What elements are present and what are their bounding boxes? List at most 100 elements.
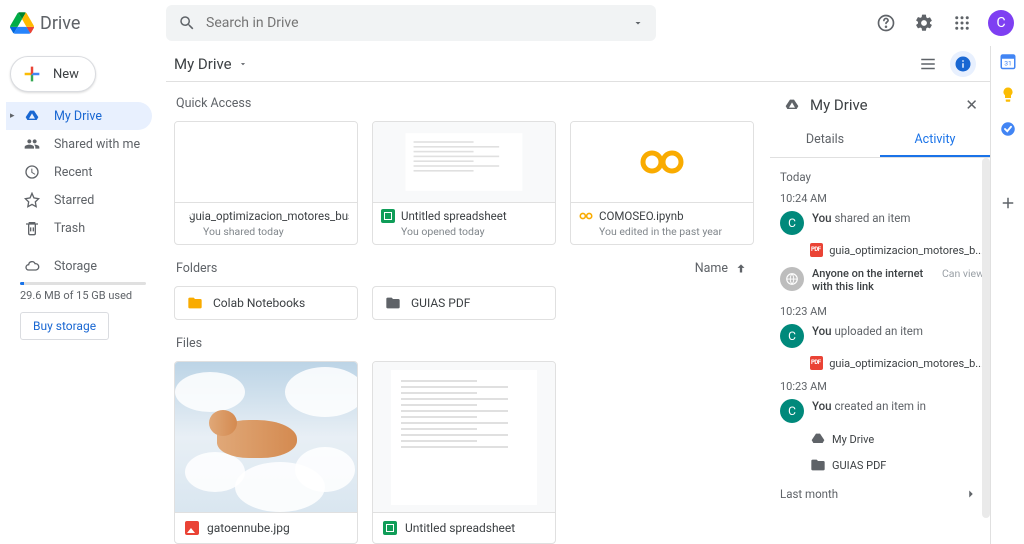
sidebar-item-label: Starred <box>54 193 94 208</box>
quick-access-row: guia_optimizacion_motores_busqu... You s… <box>174 121 770 245</box>
sidebar: New ▸ My Drive Shared with me Recent Sta… <box>0 46 166 544</box>
quick-card[interactable]: COMOSEO.ipynb You edited in the past yea… <box>570 121 754 245</box>
activity-time: 10:23 AM <box>780 305 984 318</box>
clock-icon <box>24 164 40 180</box>
svg-text:31: 31 <box>1004 60 1012 68</box>
storage-label: Storage <box>54 259 97 274</box>
buy-storage-button[interactable]: Buy storage <box>20 312 109 340</box>
activity-file[interactable]: guia_optimizacion_motores_b... <box>810 243 984 257</box>
addon-rail: 31 <box>990 46 1024 544</box>
sidebar-item-label: Trash <box>54 221 85 236</box>
new-button[interactable]: New <box>10 56 96 92</box>
search-icon <box>178 14 196 32</box>
chevron-right-icon[interactable]: ▸ <box>10 111 15 121</box>
sidebar-item-mydrive[interactable]: ▸ My Drive <box>6 102 152 130</box>
tasks-icon[interactable] <box>999 120 1017 138</box>
tab-activity[interactable]: Activity <box>880 124 990 157</box>
drive-icon <box>784 97 800 113</box>
folder-name: Colab Notebooks <box>213 296 305 310</box>
trash-icon <box>24 220 40 236</box>
breadcrumb-label: My Drive <box>174 55 232 73</box>
colab-logo-icon <box>640 148 684 176</box>
arrow-up-icon <box>734 262 748 276</box>
search-input[interactable] <box>206 15 622 31</box>
card-subtitle: You opened today <box>381 225 547 238</box>
activity-time: 10:23 AM <box>780 380 984 393</box>
file-thumb <box>373 362 555 512</box>
folder-item[interactable]: GUIAS PDF <box>372 286 556 320</box>
card-title: COMOSEO.ipynb <box>599 209 684 223</box>
panel-title: My Drive <box>810 96 868 114</box>
main: My Drive Quick Access guia_optimizacion_… <box>166 46 990 544</box>
pdf-icon <box>810 356 823 370</box>
sidebar-item-recent[interactable]: Recent <box>6 158 152 186</box>
sidebar-item-storage[interactable]: Storage <box>6 252 158 280</box>
sidebar-item-starred[interactable]: Starred <box>6 186 152 214</box>
activity-sub-text: Anyone on the internet with this link <box>812 267 923 293</box>
drive-logo-icon <box>10 11 34 35</box>
settings-icon[interactable] <box>912 11 936 35</box>
chevron-right-icon[interactable] <box>964 487 978 501</box>
breadcrumb[interactable]: My Drive <box>174 55 248 73</box>
add-addon-icon[interactable] <box>999 194 1017 212</box>
sidebar-item-label: My Drive <box>54 109 102 124</box>
info-icon[interactable] <box>950 51 976 77</box>
colab-icon <box>579 209 593 223</box>
folder-item[interactable]: Colab Notebooks <box>174 286 358 320</box>
sort-control[interactable]: Name <box>695 261 748 276</box>
scrollbar[interactable] <box>982 158 990 518</box>
quick-card[interactable]: Untitled spreadsheet You opened today <box>372 121 556 245</box>
cloud-icon <box>24 258 40 274</box>
content-area: Quick Access guia_optimizacion_motores_b… <box>166 82 770 544</box>
header-actions: C <box>874 10 1014 36</box>
folder-icon <box>810 457 826 473</box>
dropdown-icon[interactable] <box>632 17 644 29</box>
file-item[interactable]: Untitled spreadsheet <box>372 361 556 544</box>
apps-icon[interactable] <box>950 11 974 35</box>
activity-list[interactable]: Today 10:24 AM C You shared an item guia… <box>770 158 990 544</box>
activity-file[interactable]: My Drive <box>810 431 984 447</box>
sidebar-item-trash[interactable]: Trash <box>6 214 152 242</box>
plus-icon <box>21 63 43 85</box>
sidebar-item-label: Recent <box>54 165 93 180</box>
star-icon <box>24 192 40 208</box>
account-avatar[interactable]: C <box>988 10 1014 36</box>
activity-time: 10:24 AM <box>780 192 984 205</box>
file-name: gatoennube.jpg <box>207 521 290 535</box>
user-avatar: C <box>780 324 804 348</box>
pdf-icon <box>810 243 823 257</box>
help-icon[interactable] <box>874 11 898 35</box>
activity-day-label: Today <box>780 170 984 184</box>
new-button-label: New <box>53 67 79 82</box>
activity-file[interactable]: guia_optimizacion_motores_b... <box>810 356 984 370</box>
card-title: Untitled spreadsheet <box>401 209 507 223</box>
user-avatar: C <box>780 211 804 235</box>
card-title: guia_optimizacion_motores_busqu... <box>189 209 349 223</box>
logo-area[interactable]: Drive <box>10 11 166 35</box>
file-item[interactable]: gatoennube.jpg <box>174 361 358 544</box>
sheets-icon <box>381 209 395 223</box>
card-thumb <box>373 122 555 202</box>
close-icon[interactable]: ✕ <box>965 96 978 114</box>
card-subtitle: You edited in the past year <box>579 225 745 238</box>
card-thumb <box>571 122 753 202</box>
product-name: Drive <box>40 13 80 34</box>
file-name: Untitled spreadsheet <box>405 521 515 535</box>
drive-icon <box>810 431 826 447</box>
activity-file[interactable]: GUIAS PDF <box>810 457 984 473</box>
folder-icon <box>187 295 203 311</box>
chevron-down-icon <box>238 59 248 69</box>
calendar-icon[interactable]: 31 <box>999 52 1017 70</box>
folder-icon <box>385 295 401 311</box>
activity-day-label: Last month <box>780 487 838 501</box>
search-box[interactable] <box>166 5 656 41</box>
folders-label: Folders <box>176 261 217 276</box>
sort-label: Name <box>695 261 728 276</box>
tab-details[interactable]: Details <box>770 124 880 157</box>
sheets-icon <box>383 521 397 535</box>
list-view-icon[interactable] <box>916 52 940 76</box>
keep-icon[interactable] <box>999 86 1017 104</box>
sidebar-item-shared[interactable]: Shared with me <box>6 130 152 158</box>
quick-card[interactable]: guia_optimizacion_motores_busqu... You s… <box>174 121 358 245</box>
activity-text: You created an item in <box>812 399 926 423</box>
